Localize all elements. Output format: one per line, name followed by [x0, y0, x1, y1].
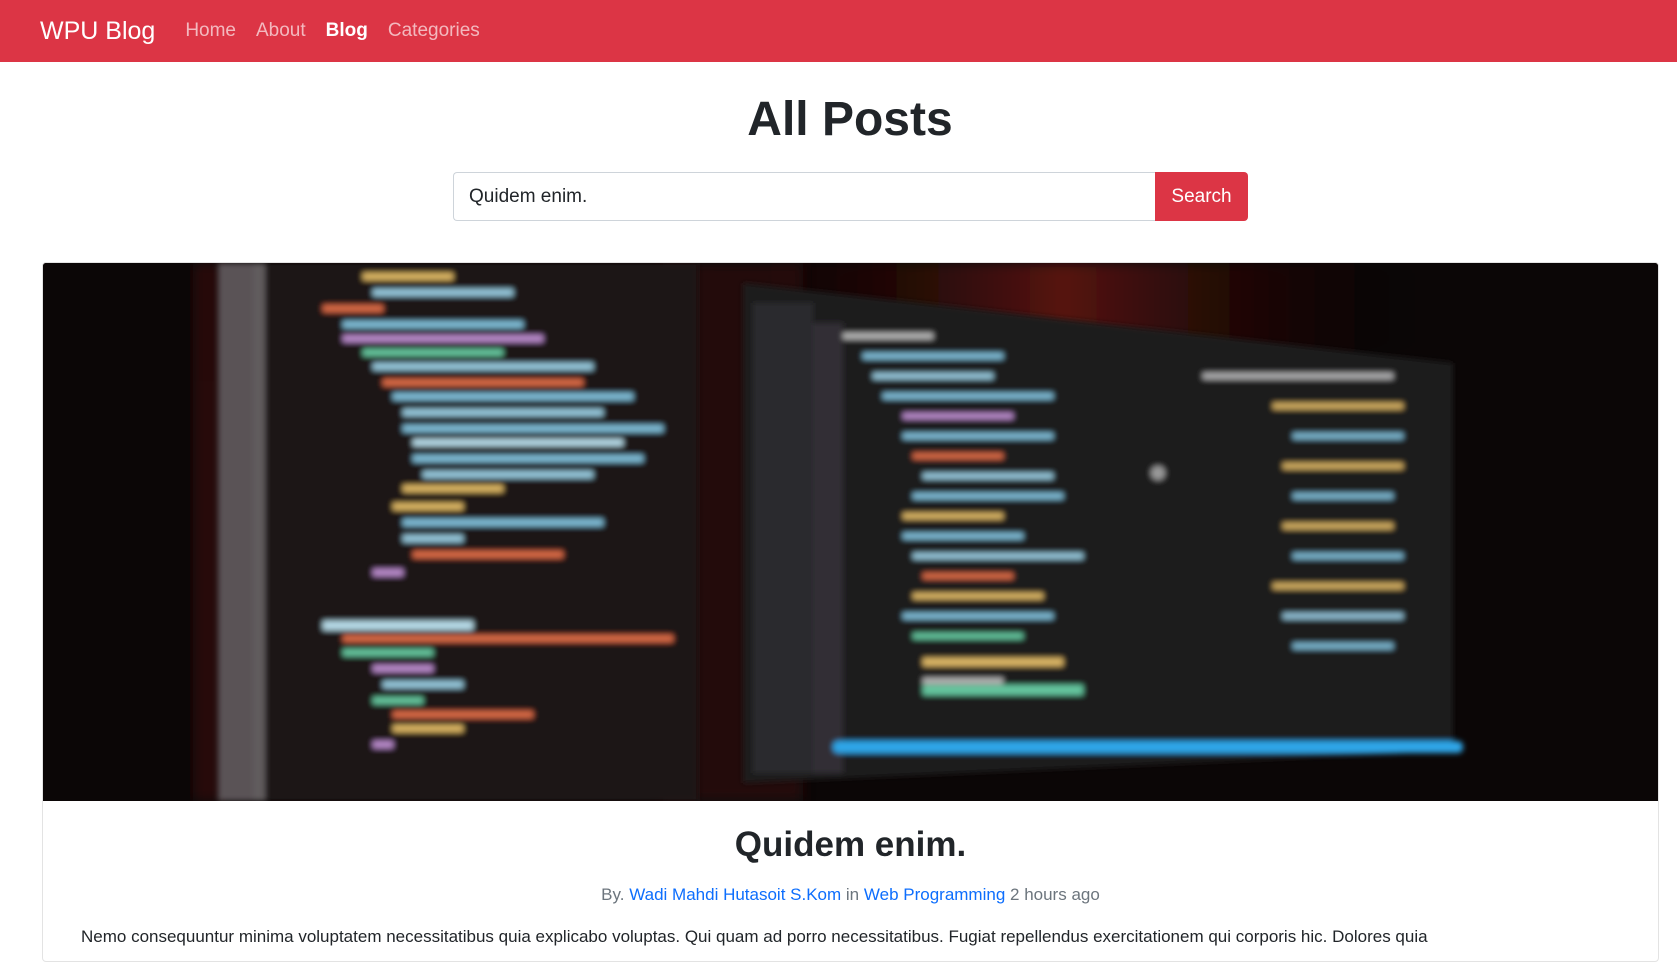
search-button[interactable]: Search: [1155, 172, 1248, 221]
post-excerpt: Nemo consequuntur minima voluptatem nece…: [81, 927, 1428, 946]
navbar: WPU Blog Home About Blog Categories: [0, 0, 1677, 62]
page-title: All Posts: [747, 93, 953, 146]
post-meta: By. Wadi Mahdi Hutasoit S.Kom in Web Pro…: [43, 885, 1658, 905]
nav-link-categories[interactable]: Categories: [388, 20, 480, 42]
by-prefix: By.: [601, 885, 625, 904]
author-link[interactable]: Wadi Mahdi Hutasoit S.Kom: [629, 885, 841, 904]
post-card-body: Quidem enim. By. Wadi Mahdi Hutasoit S.K…: [43, 825, 1658, 947]
category-link[interactable]: Web Programming: [864, 885, 1005, 904]
post-card: Quidem enim. By. Wadi Mahdi Hutasoit S.K…: [42, 262, 1659, 962]
brand-link[interactable]: WPU Blog: [40, 17, 155, 46]
search-input[interactable]: [453, 172, 1155, 221]
nav-link-about[interactable]: About: [256, 20, 306, 42]
post-image[interactable]: [43, 263, 1658, 801]
nav-link-home[interactable]: Home: [185, 20, 236, 42]
code-monitors-image: [43, 263, 1658, 801]
post-time: 2 hours ago: [1010, 885, 1100, 904]
post-title[interactable]: Quidem enim.: [43, 825, 1658, 865]
in-word: in: [845, 885, 860, 904]
search-form: Search: [453, 172, 1248, 221]
nav-link-blog[interactable]: Blog: [326, 20, 368, 42]
